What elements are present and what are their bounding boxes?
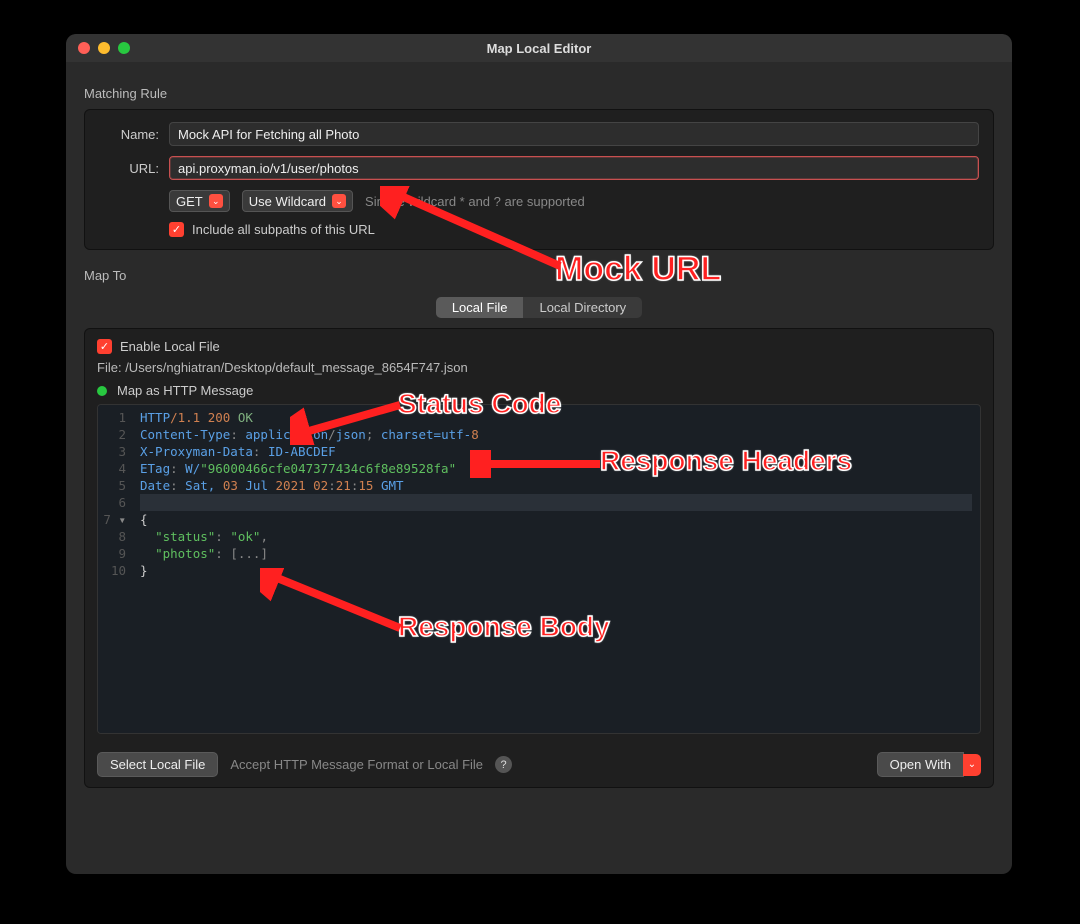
enable-local-file-label: Enable Local File: [120, 339, 220, 354]
wildcard-hint: Simple wildcard * and ? are supported: [365, 194, 585, 209]
close-icon[interactable]: [78, 42, 90, 54]
editor-code[interactable]: HTTP/1.1 200 OK Content-Type: applicatio…: [132, 405, 980, 733]
status-dot-icon: [97, 386, 107, 396]
map-http-message-label: Map as HTTP Message: [117, 383, 253, 398]
window-controls: [66, 42, 130, 54]
url-input[interactable]: [169, 156, 979, 180]
method-value: GET: [176, 194, 203, 209]
footer-hint: Accept HTTP Message Format or Local File: [230, 757, 483, 772]
chevron-down-icon: ⌄: [332, 194, 346, 208]
help-icon[interactable]: ?: [495, 756, 512, 773]
titlebar: Map Local Editor: [66, 34, 1012, 62]
tab-local-directory[interactable]: Local Directory: [523, 297, 642, 318]
tab-local-file[interactable]: Local File: [436, 297, 524, 318]
method-select[interactable]: GET ⌄: [169, 190, 230, 212]
matching-rule-panel: Name: URL: GET ⌄ Use Wildcard ⌄ Simple w…: [84, 109, 994, 250]
matching-rule-label: Matching Rule: [84, 86, 994, 101]
enable-local-file-checkbox[interactable]: ✓: [97, 339, 112, 354]
zoom-icon[interactable]: [118, 42, 130, 54]
http-editor[interactable]: 1 2 3 4 5 6 7 ▾ 8 9 10 HTTP/1.1 200 OK C…: [97, 404, 981, 734]
file-label: File:: [97, 360, 122, 375]
url-label: URL:: [99, 161, 159, 176]
window-title: Map Local Editor: [66, 41, 1012, 56]
chevron-down-icon: ⌄: [209, 194, 223, 208]
file-path: /Users/nghiatran/Desktop/default_message…: [125, 360, 468, 375]
open-with-button-group: Open With ⌄: [877, 752, 981, 777]
line-gutter: 1 2 3 4 5 6 7 ▾ 8 9 10: [98, 405, 132, 733]
wildcard-label: Use Wildcard: [249, 194, 326, 209]
map-local-editor-window: Map Local Editor Matching Rule Name: URL…: [66, 34, 1012, 874]
name-label: Name:: [99, 127, 159, 142]
map-to-label: Map To: [84, 268, 994, 283]
open-with-button[interactable]: Open With: [877, 752, 964, 777]
wildcard-select[interactable]: Use Wildcard ⌄: [242, 190, 353, 212]
select-local-file-button[interactable]: Select Local File: [97, 752, 218, 777]
include-subpaths-checkbox[interactable]: ✓: [169, 222, 184, 237]
map-to-tabs: Local File Local Directory: [436, 297, 642, 318]
map-to-panel: ✓ Enable Local File File: /Users/nghiatr…: [84, 328, 994, 788]
include-subpaths-label: Include all subpaths of this URL: [192, 222, 375, 237]
name-input[interactable]: [169, 122, 979, 146]
minimize-icon[interactable]: [98, 42, 110, 54]
chevron-down-icon[interactable]: ⌄: [963, 754, 981, 776]
